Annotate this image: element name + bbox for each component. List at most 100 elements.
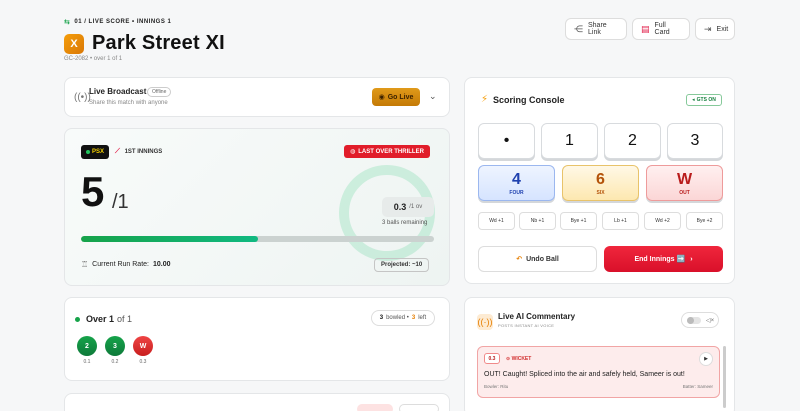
scorecard-icon: ▤ <box>641 23 650 34</box>
full-card-button[interactable]: ▤ Full Card <box>632 18 690 40</box>
extra-bye-1-button[interactable]: Bye +1 <box>560 212 597 230</box>
exit-label: Exit <box>716 25 729 33</box>
commentary-text: OUT! Caught! Spliced into the air and sa… <box>484 371 685 378</box>
extra-bye-2-button[interactable]: Bye +2 <box>686 212 723 230</box>
over-card: Over 1 of 1 3 bowled • 3 left 2 0.1 3 0.… <box>64 297 450 381</box>
balls-pill: 3 bowled • 3 left <box>371 310 435 326</box>
overs-box: 0.3 /1 ov <box>382 197 434 217</box>
broadcast-title: Live Broadcast <box>89 87 147 96</box>
innings-text: 1ST INNINGS <box>124 149 163 155</box>
end-innings-button[interactable]: End Innings ➡️ › <box>604 246 723 272</box>
wicket-value: W <box>676 170 693 188</box>
over-title: Over 1 of 1 <box>75 314 132 324</box>
commentary-tag: ⊙ WICKET <box>506 356 532 362</box>
ai-commentary-card: ((·)) Live AI Commentary POSTS INSTANT A… <box>464 297 735 411</box>
undo-label: Undo Ball <box>526 255 559 263</box>
over-progress-bar <box>81 236 434 242</box>
trophy-icon: ♖ <box>81 260 89 269</box>
four-sub: FOUR <box>509 189 524 196</box>
extra-wide-1-button[interactable]: Wd +1 <box>478 212 515 230</box>
voice-toggle[interactable]: ◁× <box>681 312 719 328</box>
next-card <box>64 393 450 411</box>
run-2-button[interactable]: 2 <box>604 123 661 159</box>
undo-ball-button[interactable]: ↶ Undo Ball <box>478 246 597 272</box>
breadcrumb-text: 01 / LIVE SCORE • INNINGS 1 <box>74 19 172 25</box>
wicket-button[interactable]: W OUT <box>646 165 723 201</box>
wicket-sub: OUT <box>679 189 690 196</box>
ball-label: 0.3 <box>139 359 147 365</box>
share-link-button[interactable]: ⋲ Share Link <box>565 18 627 40</box>
projected-score: Projected: ~10 <box>374 258 430 272</box>
live-indicator-icon <box>85 150 90 154</box>
exit-button[interactable]: ⇥ Exit <box>695 18 735 40</box>
console-title-text: Scoring Console <box>493 94 565 105</box>
commentary-title: Live AI Commentary <box>498 312 576 321</box>
commentary-over: 0.3 <box>484 353 500 364</box>
broadcast-subtitle: Share this match with anyone <box>89 100 168 106</box>
balls-remaining: 3 balls remaining <box>382 220 428 226</box>
bowled-label: bowled • <box>386 315 409 321</box>
ball-chip: 2 <box>77 336 97 356</box>
innings-label: ⟋ 1ST INNINGS <box>115 148 162 156</box>
over-title-text: Over 1 <box>86 314 115 324</box>
six-button[interactable]: 6 SIX <box>562 165 639 201</box>
bat-icon: ⟋ <box>115 148 120 155</box>
match-meta: GC-2082 • over 1 of 1 <box>64 56 123 62</box>
undo-icon: ↶ <box>516 256 523 263</box>
chevron-down-icon[interactable]: ⌄ <box>429 91 437 102</box>
overs-value: 0.3 <box>393 202 407 212</box>
end-innings-label: End Innings ➡️ <box>634 256 686 263</box>
thriller-text: LAST OVER THRILLER <box>358 148 424 155</box>
six-value: 6 <box>596 170 605 188</box>
peek-pill <box>399 404 439 411</box>
runs-value: 5 <box>81 168 105 215</box>
gts-label: GTS ON <box>696 97 716 103</box>
share-link-label: Share Link <box>588 22 607 36</box>
share-icon: ⋲ <box>574 23 583 34</box>
play-icon[interactable]: ▶ <box>699 352 713 366</box>
extra-legbye-1-button[interactable]: Lb +1 <box>602 212 639 230</box>
commentary-bowler: Bowler: Ritu <box>484 384 509 389</box>
commentary-item: 0.3 ⊙ WICKET ▶ OUT! Caught! Spliced into… <box>477 346 720 398</box>
run-1-button[interactable]: 1 <box>541 123 598 159</box>
exit-icon: ⇥ <box>704 23 712 34</box>
mute-icon: ◁× <box>706 317 715 324</box>
current-run-rate: ♖ Current Run Rate: 10.00 <box>81 260 171 269</box>
console-title: ⚡ Scoring Console <box>481 94 565 105</box>
go-live-button[interactable]: ◉ Go Live <box>372 88 420 106</box>
four-button[interactable]: 4 FOUR <box>478 165 555 201</box>
crr-label: Current Run Rate: <box>92 261 149 268</box>
thriller-badge: ◍ LAST OVER THRILLER <box>344 145 430 158</box>
dot-ball-button[interactable]: • <box>478 123 535 159</box>
ball-chip-wicket: W <box>133 336 153 356</box>
go-live-label: Go Live <box>387 93 414 101</box>
live-broadcast-card: ((•)) Live Broadcast Offline Share this … <box>64 77 450 117</box>
overs-unit: /1 ov <box>409 204 423 210</box>
extra-noball-1-button[interactable]: Nb +1 <box>519 212 556 230</box>
crr-value: 10.00 <box>152 261 171 268</box>
chevron-right-icon: › <box>690 255 693 263</box>
run-3-button[interactable]: 3 <box>667 123 723 159</box>
broadcast-icon: ((·)) <box>477 314 493 330</box>
ball-label: 0.1 <box>83 359 91 365</box>
bowled-count: 3 <box>379 315 384 321</box>
scoring-console: ⚡ Scoring Console ◂ GTS ON • 1 2 3 4 FOU… <box>464 77 735 284</box>
extra-wide-2-button[interactable]: Wd +2 <box>644 212 681 230</box>
team-badge-label: PSX <box>91 149 104 155</box>
left-label: left <box>418 315 427 321</box>
toggle-track <box>687 316 701 324</box>
team-logo-icon: X <box>64 33 84 54</box>
speaker-icon: ◂ <box>692 97 695 103</box>
gts-badge[interactable]: ◂ GTS ON <box>686 94 722 106</box>
over-of: of 1 <box>117 314 133 324</box>
commentary-tag-text: WICKET <box>511 356 532 362</box>
score-card: PSX ⟋ 1ST INNINGS ◍ LAST OVER THRILLER 5… <box>64 128 450 286</box>
lightning-icon: ⚡ <box>481 94 489 105</box>
ball-label: 0.2 <box>111 359 119 365</box>
left-count: 3 <box>411 315 416 321</box>
wickets-value: /1 <box>112 191 129 213</box>
full-card-label: Full Card <box>654 22 670 36</box>
commentary-subtitle: POSTS INSTANT AI VOICE <box>498 323 555 328</box>
scrollbar[interactable] <box>723 346 726 408</box>
status-badge: Offline <box>147 87 172 97</box>
